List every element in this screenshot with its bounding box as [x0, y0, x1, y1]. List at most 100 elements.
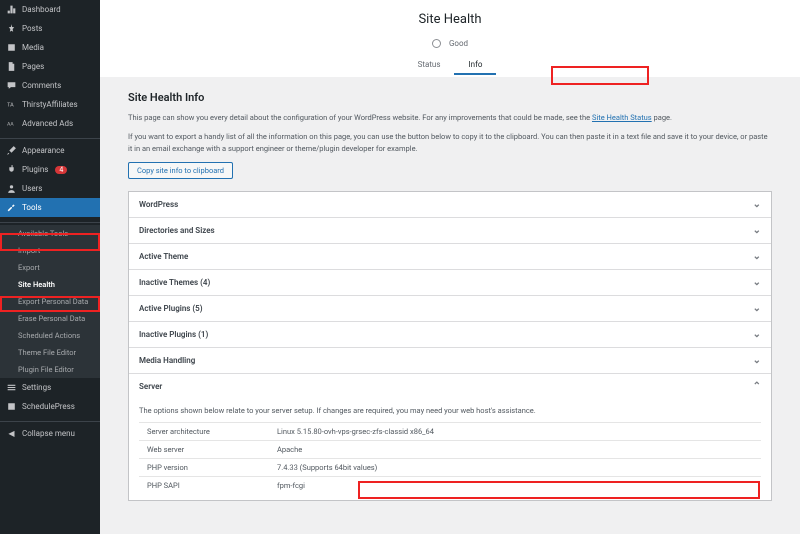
accordion-header[interactable]: Active Theme ⌄ [129, 244, 771, 269]
accordion-header[interactable]: Directories and Sizes⌄ [129, 218, 771, 243]
server-table: Server architectureLinux 5.15.80-ovh-vps… [139, 422, 761, 494]
chevron-down-icon: ⌄ [753, 251, 761, 262]
menu-label: Plugins [22, 165, 48, 174]
accordion-label: Active Theme [139, 252, 188, 261]
tab-status[interactable]: Status [404, 56, 455, 75]
menu-item-users[interactable]: Users [0, 179, 100, 198]
server-intro: The options shown below relate to your s… [139, 405, 761, 416]
menu-item-advanced-ads[interactable]: AA Advanced Ads [0, 114, 100, 133]
tools-submenu: Available ToolsImportExportSite HealthEx… [0, 225, 100, 378]
accordion-section-inactive-plugins-1-: Inactive Plugins (1)⌄ [129, 322, 771, 348]
menu-item-posts[interactable]: Posts [0, 19, 100, 38]
page-icon [6, 61, 17, 72]
accordion-section-directories-and-sizes: Directories and Sizes⌄ [129, 218, 771, 244]
menu-label: Comments [22, 81, 61, 90]
aa-icon: AA [6, 118, 17, 129]
menu-item-plugins[interactable]: Plugins 4 [0, 160, 100, 179]
menu-label: Users [22, 184, 42, 193]
chevron-down-icon: ⌄ [753, 355, 761, 366]
accordion-label: Media Handling [139, 356, 195, 365]
accordion-header[interactable]: Server⌃ [129, 374, 771, 399]
menu-item-dashboard[interactable]: Dashboard [0, 0, 100, 19]
row-value: 7.4.33 (Supports 64bit values) [269, 459, 761, 477]
main-content: Site Health Good StatusInfo Site Health … [100, 0, 800, 534]
submenu-export[interactable]: Export [0, 259, 100, 276]
menu-item-tools[interactable]: Tools [0, 198, 100, 217]
submenu-site-health[interactable]: Site Health [0, 276, 100, 293]
submenu-available-tools[interactable]: Available Tools [0, 225, 100, 242]
row-value: fpm-fcgi [269, 477, 761, 495]
submenu-theme-file-editor[interactable]: Theme File Editor [0, 344, 100, 361]
intro-para-2: If you want to export a handy list of al… [128, 131, 772, 154]
table-row: PHP SAPIfpm-fcgi [139, 477, 761, 495]
accordion-label: Inactive Themes (4) [139, 278, 210, 287]
menu-item-appearance[interactable]: Appearance [0, 141, 100, 160]
plug-icon [6, 164, 17, 175]
menu-label: Advanced Ads [22, 119, 73, 128]
wrench-icon [6, 202, 17, 213]
admin-sidebar: Dashboard Posts Media Pages Comments TA Thirst… [0, 0, 100, 534]
menu-item-schedulepress[interactable]: SchedulePress [0, 397, 100, 416]
accordion-body: The options shown below relate to your s… [129, 399, 771, 500]
chevron-down-icon: ⌄ [753, 199, 761, 210]
intro-para-1: This page can show you every detail abou… [128, 112, 772, 123]
status-indicator: Good [100, 39, 800, 48]
tab-info[interactable]: Info [454, 56, 496, 75]
submenu-plugin-file-editor[interactable]: Plugin File Editor [0, 361, 100, 378]
media-icon [6, 42, 17, 53]
accordion-header[interactable]: Inactive Themes (4) ⌄ [129, 270, 771, 295]
svg-text:TA: TA [7, 103, 14, 109]
user-icon [6, 183, 17, 194]
menu-label: Settings [22, 383, 51, 392]
collapse-label: Collapse menu [22, 429, 75, 438]
menu-label: Media [22, 43, 44, 52]
collapse-menu[interactable]: ◀ Collapse menu [0, 424, 100, 443]
collapse-icon: ◀ [6, 428, 17, 439]
accordion-section-inactive-themes-4-: Inactive Themes (4) ⌄ [129, 270, 771, 296]
section-heading: Site Health Info [128, 91, 772, 104]
menu-label: ThirstyAffiliates [22, 100, 78, 109]
site-health-status-link[interactable]: Site Health Status [592, 113, 652, 122]
tabs: StatusInfo [100, 48, 800, 75]
ta-icon: TA [6, 99, 17, 110]
chevron-down-icon: ⌄ [753, 225, 761, 236]
menu-label: Tools [22, 203, 42, 212]
menu-item-thirstyaffiliates[interactable]: TA ThirstyAffiliates [0, 95, 100, 114]
submenu-scheduled-actions[interactable]: Scheduled Actions [0, 327, 100, 344]
submenu-import[interactable]: Import [0, 242, 100, 259]
chevron-down-icon: ⌄ [753, 303, 761, 314]
accordion-header[interactable]: WordPress ⌄ [129, 192, 771, 217]
row-key: PHP version [139, 459, 269, 477]
menu-item-media[interactable]: Media [0, 38, 100, 57]
row-key: Server architecture [139, 423, 269, 441]
table-row: PHP version7.4.33 (Supports 64bit values… [139, 459, 761, 477]
accordion-section-active-theme: Active Theme ⌄ [129, 244, 771, 270]
menu-label: SchedulePress [22, 402, 75, 411]
chevron-down-icon: ⌄ [753, 277, 761, 288]
status-radio-icon [432, 39, 441, 48]
submenu-export-personal-data[interactable]: Export Personal Data [0, 293, 100, 310]
accordion-section-media-handling: Media Handling ⌄ [129, 348, 771, 374]
content-body: Site Health Info This page can show you … [100, 77, 800, 515]
accordion-header[interactable]: Inactive Plugins (1)⌄ [129, 322, 771, 347]
comment-icon [6, 80, 17, 91]
accordion-header[interactable]: Media Handling ⌄ [129, 348, 771, 373]
menu-label: Posts [22, 24, 42, 33]
accordion-label: Server [139, 382, 162, 391]
badge: 4 [55, 166, 67, 174]
menu-label: Pages [22, 62, 44, 71]
table-row: Server architectureLinux 5.15.80-ovh-vps… [139, 423, 761, 441]
row-key: PHP SAPI [139, 477, 269, 495]
accordion-section-server: Server⌃ The options shown below relate to… [129, 374, 771, 500]
table-row: Web serverApache [139, 441, 761, 459]
row-value: Apache [269, 441, 761, 459]
copy-site-info-button[interactable]: Copy site info to clipboard [128, 162, 233, 179]
submenu-erase-personal-data[interactable]: Erase Personal Data [0, 310, 100, 327]
menu-item-settings[interactable]: Settings [0, 378, 100, 397]
row-key: Web server [139, 441, 269, 459]
accordion-label: WordPress [139, 200, 178, 209]
menu-item-pages[interactable]: Pages [0, 57, 100, 76]
menu-item-comments[interactable]: Comments [0, 76, 100, 95]
accordion-header[interactable]: Active Plugins (5)⌄ [129, 296, 771, 321]
calendar-icon [6, 401, 17, 412]
